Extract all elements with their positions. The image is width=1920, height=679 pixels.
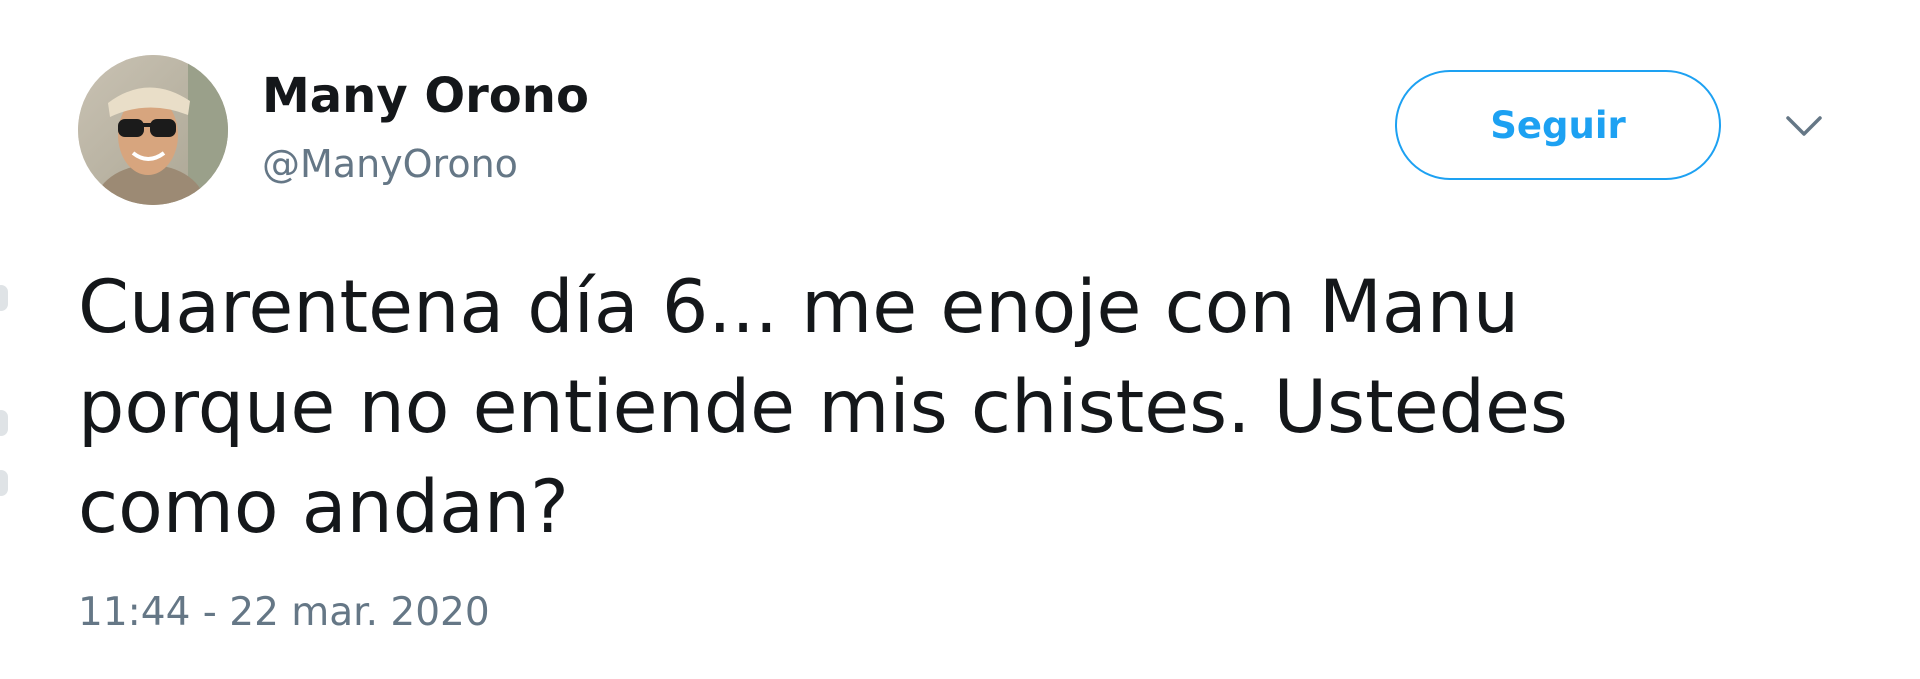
tweet-text-line: porque no entiende mis chistes. Ustedes — [78, 365, 1568, 450]
edge-marker — [0, 470, 8, 496]
follow-button[interactable]: Seguir — [1395, 70, 1721, 180]
avatar[interactable] — [78, 55, 228, 205]
chevron-down-icon[interactable] — [1782, 112, 1826, 140]
tweet-text: Cuarentena día 6... me enoje con Manu po… — [78, 258, 1638, 558]
author-name[interactable]: Many Orono — [262, 66, 589, 126]
edge-marker — [0, 410, 8, 436]
tweet-text-line: Cuarentena día 6... me enoje con Manu — [78, 265, 1520, 350]
author-handle[interactable]: @ManyOrono — [262, 140, 518, 188]
tweet-card: Many Orono @ManyOrono Seguir Cuarentena … — [0, 0, 1920, 679]
profile-photo-image — [78, 55, 228, 205]
tweet-text-line: como andan? — [78, 465, 569, 550]
edge-marker — [0, 285, 8, 311]
tweet-timestamp[interactable]: 11:44 - 22 mar. 2020 — [78, 588, 490, 638]
